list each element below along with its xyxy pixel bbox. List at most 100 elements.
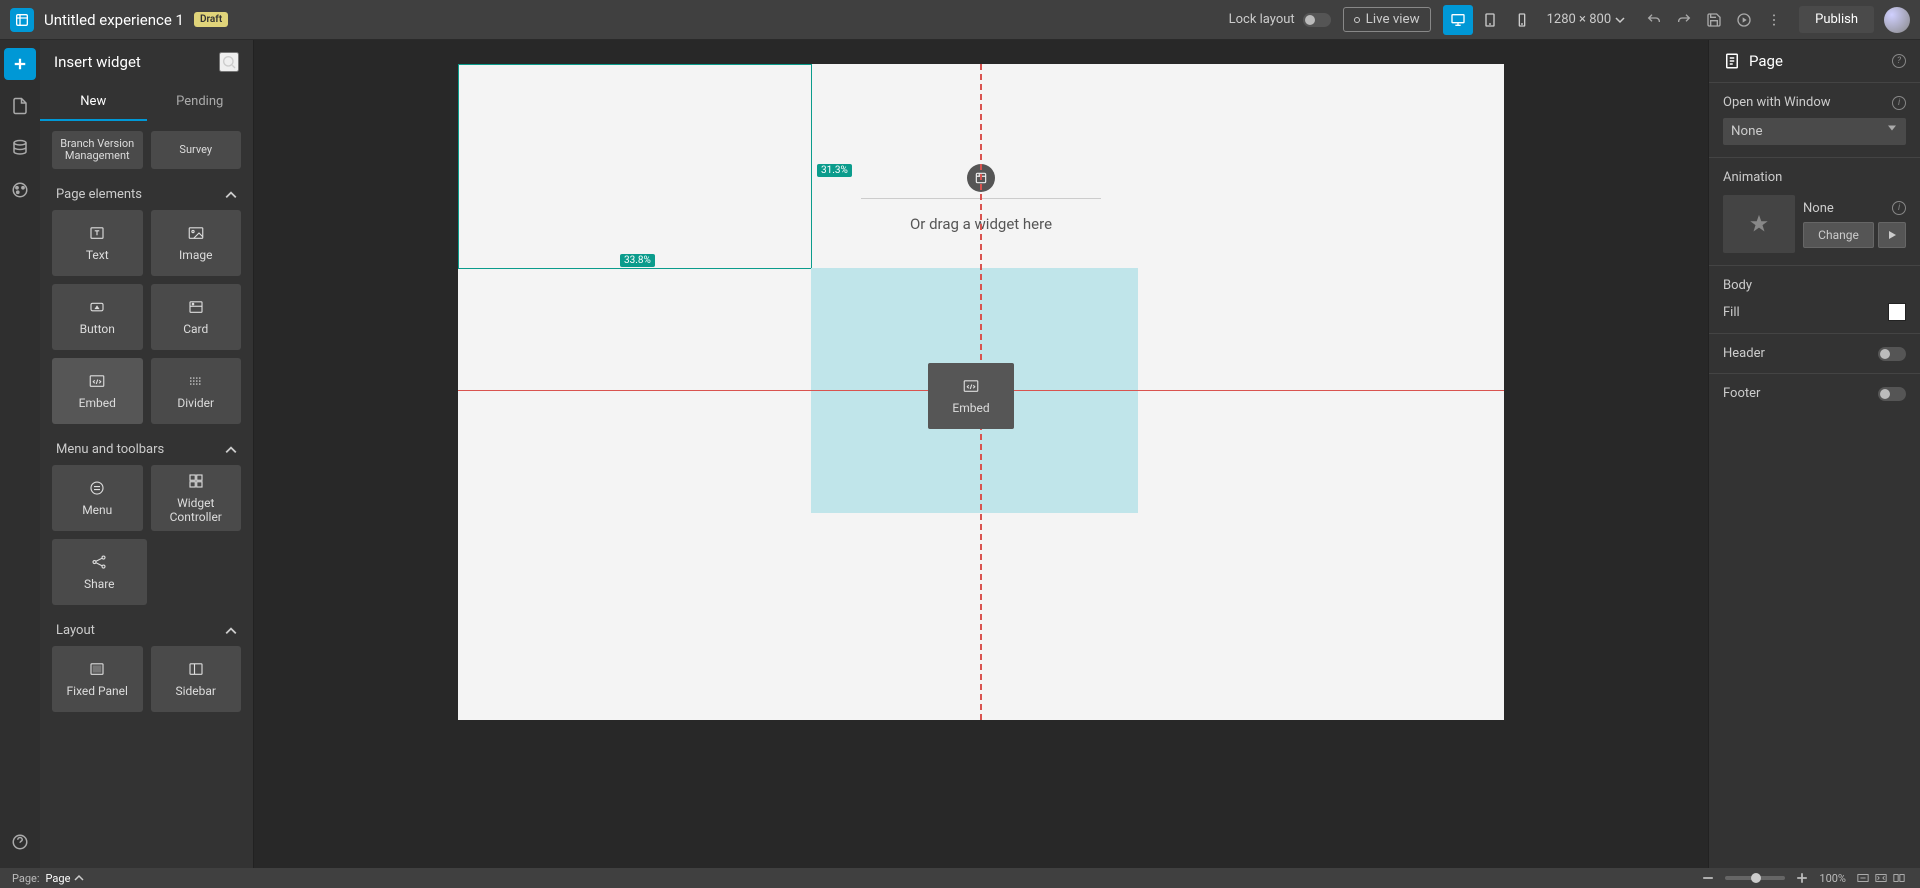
widget-survey[interactable]: Survey <box>151 131 242 169</box>
widget-divider-label: Divider <box>177 396 214 410</box>
device-desktop-button[interactable] <box>1443 5 1473 35</box>
section-page-elements-label: Page elements <box>56 187 142 202</box>
widget-sidebar[interactable]: Sidebar <box>151 646 242 712</box>
widget-card-label: Card <box>183 322 208 336</box>
info-icon[interactable]: i <box>1892 96 1906 110</box>
animation-play-button[interactable] <box>1878 222 1906 248</box>
fill-label: Fill <box>1723 305 1740 320</box>
widget-menu[interactable]: Menu <box>52 465 143 531</box>
redo-button[interactable] <box>1669 5 1699 35</box>
header-label: Header <box>1723 346 1765 361</box>
insert-tabs: New Pending <box>40 84 253 121</box>
lock-layout-toggle[interactable] <box>1303 13 1331 27</box>
canvas-dimensions-dropdown[interactable]: 1280 × 800 <box>1547 12 1626 27</box>
footer-label: Footer <box>1723 386 1760 401</box>
device-phone-button[interactable] <box>1507 5 1537 35</box>
insert-panel: Insert widget New Pending Branch Version… <box>40 40 254 868</box>
info-icon[interactable]: i <box>1892 201 1906 215</box>
fit-screen-button[interactable] <box>1872 869 1890 887</box>
star-icon <box>1748 213 1770 235</box>
widget-list[interactable]: Branch Version Management Survey Page el… <box>40 121 253 868</box>
embed-icon <box>962 377 980 395</box>
device-buttons <box>1443 5 1537 35</box>
widget-fixed-panel-label: Fixed Panel <box>67 684 128 698</box>
rail-page-button[interactable] <box>4 90 36 122</box>
fill-color-swatch[interactable] <box>1888 303 1906 321</box>
header-toggle[interactable] <box>1878 347 1906 361</box>
experience-title[interactable]: Untitled experience 1 <box>44 11 184 29</box>
chevron-up-icon[interactable] <box>74 873 84 883</box>
right-panel: Page ? Open with Window i None Animation <box>1708 40 1920 868</box>
zoom-value: 100% <box>1819 872 1846 885</box>
animation-preview <box>1723 195 1795 253</box>
animation-change-button[interactable]: Change <box>1803 222 1874 248</box>
help-icon[interactable]: ? <box>1892 54 1906 68</box>
chevron-up-icon <box>225 625 237 637</box>
selection-box <box>458 64 812 269</box>
drag-ghost-label: Embed <box>952 401 989 415</box>
canvas[interactable]: Or drag a widget here 33.8% 31.3% Embed <box>458 64 1504 720</box>
live-dot-icon <box>1354 17 1360 23</box>
lock-layout-label: Lock layout <box>1229 12 1295 27</box>
widget-share[interactable]: Share <box>52 539 147 605</box>
save-button[interactable] <box>1699 5 1729 35</box>
widget-image[interactable]: Image <box>151 210 242 276</box>
widget-button-label: Button <box>80 322 115 336</box>
more-options-button[interactable] <box>1759 5 1789 35</box>
text-icon <box>88 224 106 242</box>
canvas-dimensions-label: 1280 × 800 <box>1547 12 1612 27</box>
undo-button[interactable] <box>1639 5 1669 35</box>
widget-divider[interactable]: Divider <box>151 358 242 424</box>
share-icon <box>90 553 108 571</box>
image-icon <box>187 224 205 242</box>
rail-help-button[interactable] <box>4 826 36 858</box>
tab-new[interactable]: New <box>40 84 147 121</box>
widget-image-label: Image <box>179 248 212 262</box>
fixed-panel-icon <box>88 660 106 678</box>
open-with-window-label: Open with Window <box>1723 95 1831 110</box>
user-avatar[interactable] <box>1884 7 1910 33</box>
publish-button[interactable]: Publish <box>1799 6 1874 33</box>
widget-text-label: Text <box>86 248 109 262</box>
rail-data-button[interactable] <box>4 132 36 164</box>
rail-insert-button[interactable] <box>4 48 36 80</box>
menu-icon <box>88 479 106 497</box>
animation-value: None <box>1803 201 1834 216</box>
widget-controller[interactable]: Widget Controller <box>151 465 242 531</box>
zoom-slider[interactable] <box>1725 876 1785 880</box>
fit-width-button[interactable] <box>1854 869 1872 887</box>
bottombar: Page: Page 100% <box>0 868 1920 888</box>
live-view-button[interactable]: Live view <box>1343 7 1431 32</box>
widget-fixed-panel[interactable]: Fixed Panel <box>52 646 143 712</box>
open-with-window-select[interactable]: None <box>1723 118 1906 145</box>
widget-card[interactable]: Card <box>151 284 242 350</box>
widget-branch-version[interactable]: Branch Version Management <box>52 131 143 169</box>
sidebar-icon <box>187 660 205 678</box>
zoom-out-button[interactable] <box>1699 869 1717 887</box>
page-value[interactable]: Page <box>46 872 71 885</box>
widget-text[interactable]: Text <box>52 210 143 276</box>
rail-theme-button[interactable] <box>4 174 36 206</box>
widget-button[interactable]: Button <box>52 284 143 350</box>
footer-toggle[interactable] <box>1878 387 1906 401</box>
app-logo-icon[interactable] <box>10 8 34 32</box>
preview-button[interactable] <box>1729 5 1759 35</box>
section-menu-toolbars[interactable]: Menu and toolbars <box>52 432 241 465</box>
chevron-up-icon <box>225 189 237 201</box>
widget-embed[interactable]: Embed <box>52 358 143 424</box>
actual-size-button[interactable] <box>1890 869 1908 887</box>
left-rail <box>0 40 40 868</box>
section-layout[interactable]: Layout <box>52 613 241 646</box>
search-button[interactable] <box>219 52 239 72</box>
canvas-area[interactable]: Or drag a widget here 33.8% 31.3% Embed <box>254 40 1708 868</box>
widget-menu-label: Menu <box>82 503 112 517</box>
widget-controller-label: Widget Controller <box>155 496 238 524</box>
zoom-in-button[interactable] <box>1793 869 1811 887</box>
tab-pending[interactable]: Pending <box>147 84 254 121</box>
section-page-elements[interactable]: Page elements <box>52 177 241 210</box>
embed-icon <box>88 372 106 390</box>
page-label: Page: <box>12 872 40 885</box>
drag-ghost: Embed <box>928 363 1014 429</box>
controller-icon <box>187 472 205 490</box>
device-tablet-button[interactable] <box>1475 5 1505 35</box>
